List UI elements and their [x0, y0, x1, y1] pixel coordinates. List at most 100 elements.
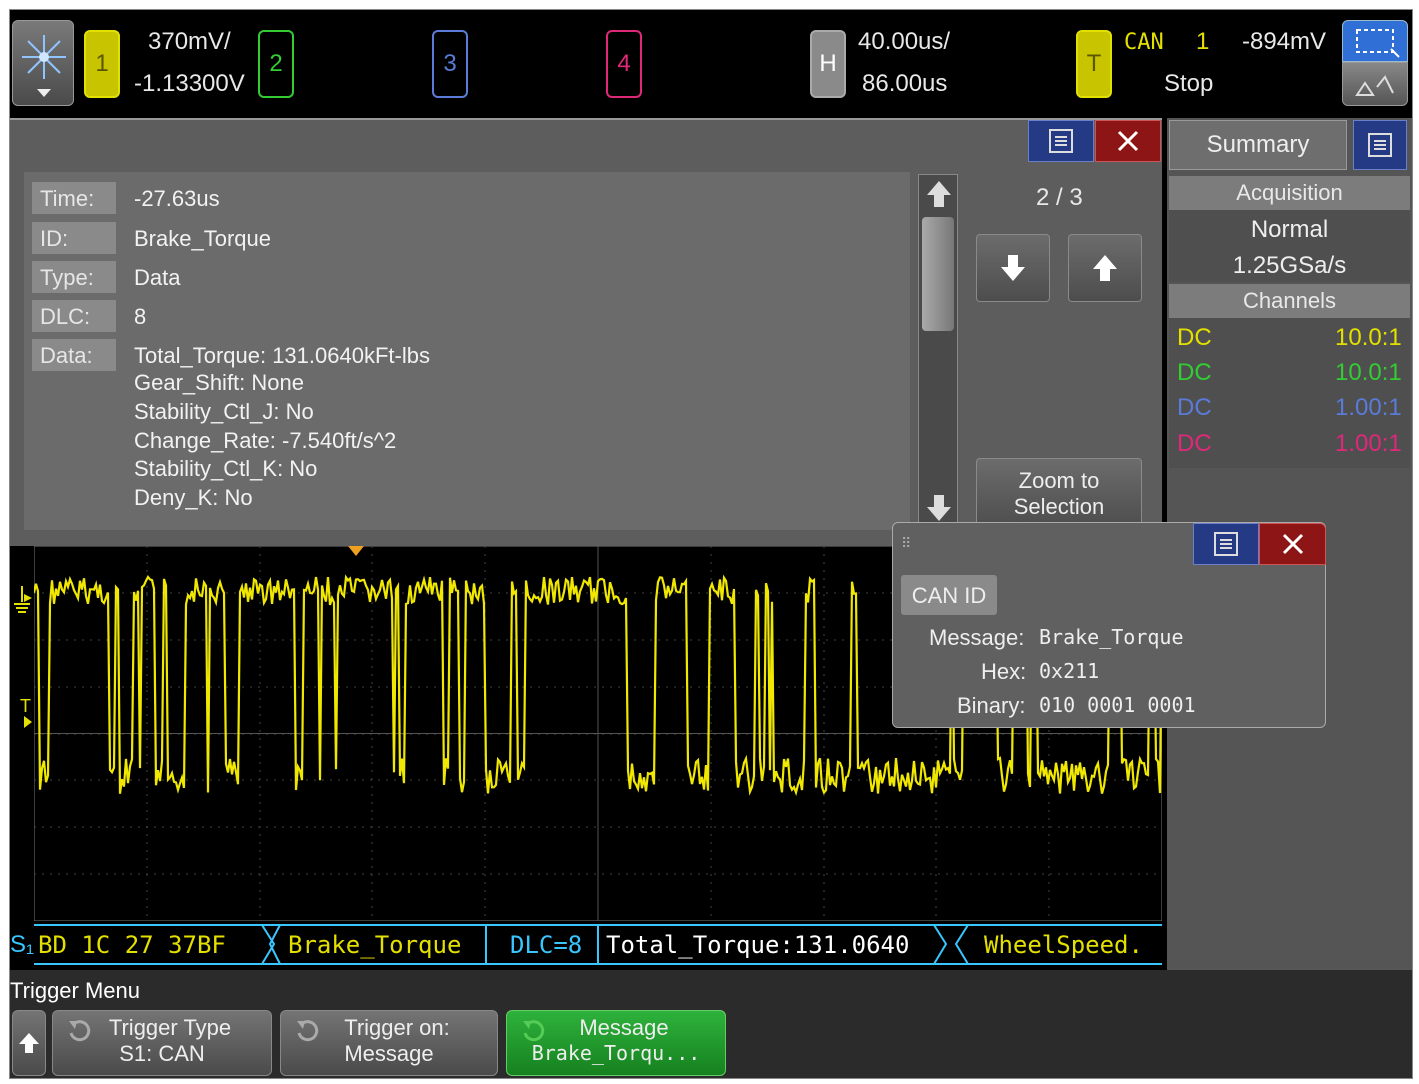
message-label: Message:	[929, 625, 1025, 650]
channel-4-button[interactable]: 4	[606, 30, 642, 98]
sample-rate: 1.25GSa/s	[1232, 252, 1347, 279]
field-label-id: ID:	[32, 222, 116, 254]
channel-1-button[interactable]: 1	[84, 30, 120, 98]
top-status-bar: 1 370mV/ -1.13300V 2 3 4 H 40.00us/ 86.0…	[10, 10, 1412, 118]
level-markers: T	[14, 586, 32, 728]
trigger-type-softkey[interactable]: Trigger Type S1: CAN	[52, 1010, 272, 1076]
field-label-data: Data:	[32, 339, 116, 371]
channels-header: Channels	[1169, 284, 1410, 318]
rotate-knob-icon	[69, 1020, 91, 1042]
ch2-probe: 10.0:1	[1335, 359, 1402, 386]
data-line: Stability_Ctl_K: No	[134, 456, 318, 481]
field-value-dlc: 8	[134, 304, 147, 329]
decode-next-id: WheelSpeed.	[984, 931, 1143, 959]
next-row-button[interactable]	[976, 234, 1050, 302]
serial-1-label: S₁	[10, 931, 35, 958]
lister-scrollbar[interactable]	[918, 174, 958, 548]
can-id-popup: ⠿ CAN ID Message: Brake_Torque Hex: 0x21…	[892, 522, 1326, 728]
lister-close-button[interactable]	[1095, 120, 1161, 162]
ch3-coupling: DC	[1177, 394, 1212, 421]
ch3-probe: 1.00:1	[1335, 394, 1402, 421]
ch1-coupling: DC	[1177, 324, 1212, 351]
summary-tab[interactable]: Summary	[1169, 120, 1347, 170]
horizontal-button[interactable]: H	[810, 30, 846, 98]
trigger-on-softkey[interactable]: Trigger on: Message	[280, 1010, 498, 1076]
field-value-time: -27.63us	[134, 186, 220, 211]
ch2-coupling: DC	[1177, 359, 1212, 386]
zoom-to-selection-button[interactable]: Zoom to Selection	[976, 458, 1142, 530]
ch1-offset: -1.13300V	[134, 70, 245, 97]
field-value-id: Brake_Torque	[134, 226, 271, 251]
trigger-source: CAN	[1124, 30, 1164, 55]
data-line: Change_Rate: -7.540ft/s^2	[134, 428, 397, 453]
delta-wave-icon	[1355, 75, 1394, 96]
menu-title: Trigger Menu	[10, 978, 141, 1003]
time-scale: 40.00us/	[858, 28, 951, 55]
list-icon	[1049, 129, 1073, 153]
close-icon	[1282, 533, 1303, 555]
softkey-bar: Trigger Menu Trigger Type S1: CAN Trigge…	[10, 970, 1412, 1078]
oscilloscope-screen: 1 370mV/ -1.13300V 2 3 4 H 40.00us/ 86.0…	[9, 9, 1413, 1079]
serial-decode-bar: S₁ BD 1C 27 37BF Brake_Torque DLC=8 Tota…	[10, 921, 1162, 968]
rotate-knob-icon	[297, 1020, 319, 1042]
trigger-level: -894mV	[1242, 28, 1327, 55]
channel-3-button[interactable]: 3	[432, 30, 468, 98]
list-icon	[1368, 133, 1392, 157]
arrow-down-icon	[1001, 255, 1025, 281]
trigger-channel: 1	[1196, 28, 1210, 55]
ch1-scale: 370mV/	[148, 28, 231, 55]
field-label-type: Type:	[32, 261, 116, 293]
acquisition-mode: Normal	[1250, 216, 1329, 243]
time-delay: 86.00us	[862, 70, 948, 97]
svg-text:T: T	[20, 696, 31, 716]
data-line: Deny_K: No	[134, 485, 253, 510]
field-label-time: Time:	[32, 182, 116, 214]
selection-box-icon	[1356, 29, 1400, 58]
scroll-thumb[interactable]	[922, 217, 954, 331]
measure-button[interactable]	[1342, 62, 1408, 106]
field-value-data: Total_Torque: 131.0640kFt-lbs	[134, 343, 430, 368]
message-softkey[interactable]: Message Brake_Torqu...	[506, 1010, 726, 1076]
field-value-type: Data	[134, 265, 181, 290]
arrow-up-icon	[19, 1033, 39, 1053]
lister-detail-area: Time: -27.63us ID: Brake_Torque Type: Da…	[24, 172, 910, 530]
list-icon	[1214, 532, 1238, 556]
message-value: Brake_Torque	[1039, 625, 1184, 649]
popup-menu-button[interactable]	[1193, 523, 1259, 565]
decode-dlc: DLC=8	[510, 931, 583, 959]
rotate-knob-icon	[523, 1020, 545, 1042]
touch-zone-button[interactable]	[1342, 20, 1408, 62]
summary-menu-button[interactable]	[1353, 120, 1407, 170]
lister-menu-button[interactable]	[1028, 120, 1094, 162]
acquisition-header: Acquisition	[1169, 176, 1410, 210]
hex-value: 0x211	[1039, 659, 1100, 683]
decode-prefix: BD 1C 27 37BF	[38, 931, 226, 959]
drag-handle-icon[interactable]: ⠿	[901, 535, 911, 552]
scroll-up-arrow-icon[interactable]	[925, 179, 953, 209]
close-icon	[1117, 130, 1139, 152]
decode-data: Total_Torque:131.0640	[606, 931, 910, 959]
lister-panel: Time: -27.63us ID: Brake_Torque Type: Da…	[10, 118, 1162, 548]
channel-2-button[interactable]: 2	[258, 30, 294, 98]
hex-label: Hex:	[981, 659, 1027, 684]
arrow-up-icon	[1093, 255, 1117, 281]
previous-row-button[interactable]	[1068, 234, 1142, 302]
binary-value: 010 0001 0001	[1039, 693, 1196, 717]
lister-position: 2 / 3	[1036, 184, 1083, 211]
data-line: Stability_Ctl_J: No	[134, 399, 314, 424]
binary-label: Binary:	[957, 693, 1026, 718]
menu-up-button[interactable]	[12, 1010, 46, 1076]
keysight-logo-icon	[22, 35, 66, 97]
run-state: Stop	[1164, 70, 1214, 97]
data-line: Gear_Shift: None	[134, 370, 304, 395]
menu-logo-button[interactable]	[12, 20, 74, 106]
trigger-button[interactable]: T	[1076, 30, 1112, 98]
scroll-down-arrow-icon[interactable]	[925, 493, 953, 523]
field-label-dlc: DLC:	[32, 300, 116, 332]
ch1-probe: 10.0:1	[1335, 324, 1402, 351]
ch4-coupling: DC	[1177, 430, 1212, 457]
popup-close-button[interactable]	[1259, 523, 1326, 565]
marker-gutter: T	[10, 546, 34, 921]
popup-title: CAN ID	[901, 575, 997, 615]
ch4-probe: 1.00:1	[1335, 430, 1402, 457]
